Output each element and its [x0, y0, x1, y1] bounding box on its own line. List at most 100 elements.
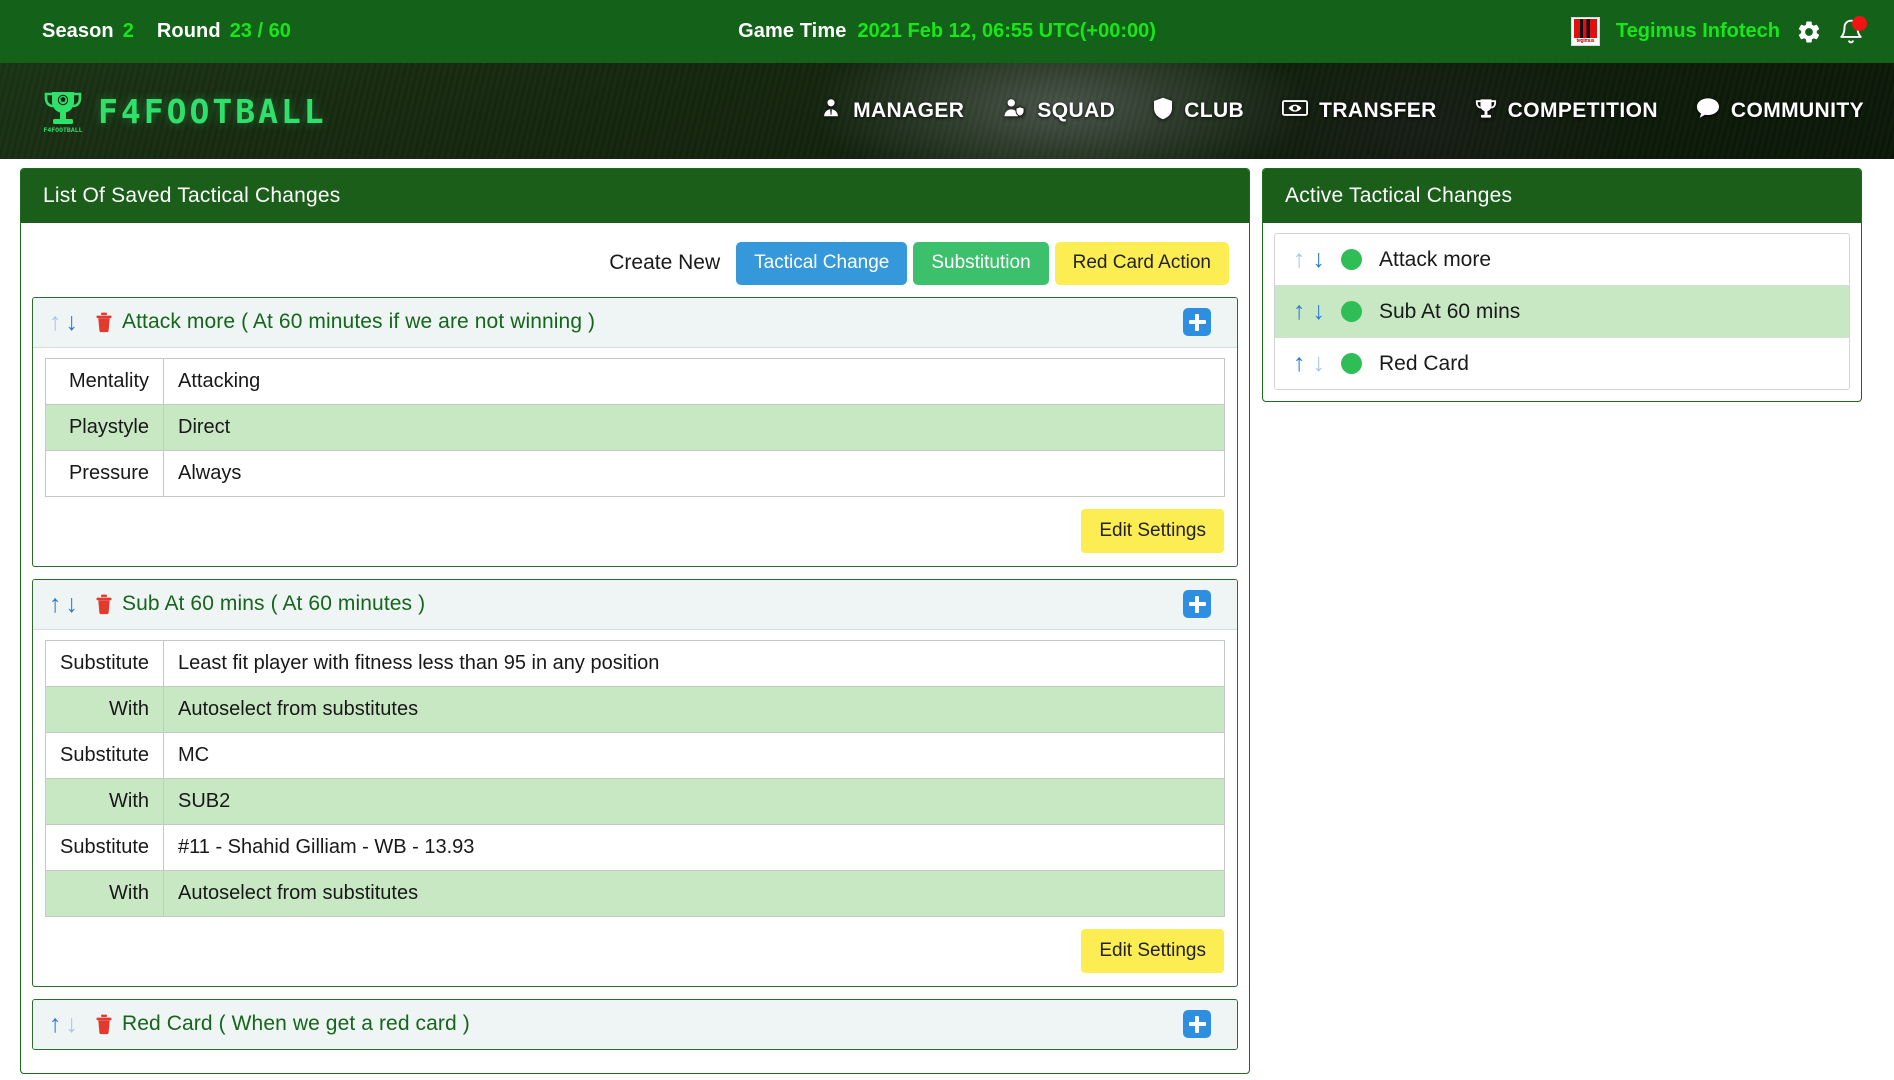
list-item[interactable]: ↑ ↓ Sub At 60 mins [1275, 286, 1849, 338]
nav-label-manager: MANAGER [853, 99, 965, 122]
tactic-card: ↑ ↓ Attack more ( At 60 minutes if we ar… [32, 296, 1238, 567]
row-key: Substitute [45, 823, 164, 871]
table-row: Pressure Always [45, 449, 1225, 497]
move-up-icon[interactable]: ↑ [47, 1011, 64, 1037]
move-down-icon[interactable]: ↓ [64, 1011, 81, 1037]
saved-tactical-changes-panel: List Of Saved Tactical Changes Create Ne… [20, 168, 1250, 1074]
delete-icon[interactable] [94, 1013, 114, 1035]
active-change-label: Sub At 60 mins [1379, 299, 1521, 323]
active-change-label: Red Card [1379, 351, 1469, 375]
move-up-icon[interactable]: ↑ [1291, 247, 1308, 272]
active-changes-list: ↑ ↓ Attack more ↑ ↓ Sub At 60 mins ↑ ↓ R… [1263, 223, 1861, 401]
nav-item-club[interactable]: CLUB [1153, 97, 1244, 126]
trophy-icon [1475, 97, 1497, 126]
row-value: Attacking [163, 357, 1225, 405]
table-row: With Autoselect from substitutes [45, 685, 1225, 733]
club-logo-icon: tegimus [1570, 17, 1600, 46]
table-row: Substitute Least fit player with fitness… [45, 639, 1225, 687]
nav-label-squad: SQUAD [1037, 99, 1116, 122]
move-up-icon[interactable]: ↑ [47, 591, 64, 617]
nav-label-competition: COMPETITION [1507, 99, 1658, 122]
move-up-icon[interactable]: ↑ [47, 309, 64, 335]
status-badge [1341, 353, 1362, 374]
round-label: Round [156, 20, 221, 42]
table-row: Substitute #11 - Shahid Gilliam - WB - 1… [45, 823, 1225, 871]
table-row: Mentality Attacking [45, 357, 1225, 405]
expand-add-icon[interactable] [1183, 590, 1211, 619]
tactic-title: Attack more ( At 60 minutes if we are no… [122, 310, 596, 334]
round-value: 23 / 60 [229, 20, 291, 42]
row-key: Substitute [45, 639, 164, 687]
left-panel-body: Create New Tactical Change Substitution … [21, 223, 1249, 1073]
nav-menu: MANAGER SQUAD CLUB TRANSFER COMPETITION … [820, 63, 1864, 159]
move-down-icon[interactable]: ↓ [64, 591, 81, 617]
svg-text:F4FOOTBALL: F4FOOTBALL [43, 126, 82, 134]
move-down-icon[interactable]: ↓ [1311, 299, 1328, 324]
row-key: Mentality [45, 357, 164, 405]
status-badge [1341, 301, 1362, 322]
game-time-value: 2021 Feb 12, 06:55 UTC(+00:00) [857, 20, 1156, 42]
tactic-card: ↑ ↓ Sub At 60 mins ( At 60 minutes ) Sub… [32, 578, 1238, 987]
chat-icon [1696, 97, 1720, 125]
nav-item-competition[interactable]: COMPETITION [1475, 97, 1658, 126]
create-new-toolbar: Create New Tactical Change Substitution … [32, 233, 1238, 297]
table-row: Playstyle Direct [45, 403, 1225, 451]
gear-icon[interactable] [1796, 19, 1822, 45]
move-down-icon[interactable]: ↓ [1311, 247, 1328, 272]
expand-add-icon[interactable] [1183, 1010, 1211, 1039]
edit-settings-button[interactable]: Edit Settings [1081, 928, 1224, 973]
nav-item-squad[interactable]: SQUAD [1002, 97, 1115, 125]
tactic-card-header: ↑ ↓ Attack more ( At 60 minutes if we ar… [33, 297, 1237, 348]
expand-add-icon[interactable] [1183, 308, 1211, 337]
nav-label-transfer: TRANSFER [1319, 99, 1437, 122]
tactic-card-header: ↑ ↓ Red Card ( When we get a red card ) [33, 999, 1237, 1049]
tactic-detail-table: Substitute Least fit player with fitness… [45, 639, 1225, 917]
tactic-card-header: ↑ ↓ Sub At 60 mins ( At 60 minutes ) [33, 579, 1237, 630]
row-key: Playstyle [45, 403, 164, 451]
brand-name: F4FOOTBALL [98, 91, 327, 131]
tactic-title: Sub At 60 mins ( At 60 minutes ) [122, 592, 426, 616]
create-red-card-action-button[interactable]: Red Card Action [1054, 242, 1229, 285]
squad-icon [1002, 97, 1026, 125]
move-down-icon[interactable]: ↓ [64, 309, 81, 335]
club-name-link[interactable]: Tegimus Infotech [1616, 20, 1780, 43]
active-change-label: Attack more [1379, 247, 1492, 271]
nav-label-community: COMMUNITY [1730, 99, 1864, 122]
row-key: With [45, 869, 164, 917]
move-up-icon[interactable]: ↑ [1291, 351, 1308, 376]
list-item[interactable]: ↑ ↓ Red Card [1275, 338, 1849, 389]
brand-logo[interactable]: F4FOOTBALL F4FOOTBALL [0, 88, 327, 135]
move-down-icon[interactable]: ↓ [1311, 351, 1328, 376]
nav-item-manager[interactable]: MANAGER [820, 97, 964, 125]
notification-badge [1852, 15, 1867, 31]
tactic-card-footer: Edit Settings [33, 497, 1237, 566]
delete-icon[interactable] [94, 593, 114, 615]
delete-icon[interactable] [94, 311, 114, 333]
row-value: #11 - Shahid Gilliam - WB - 13.93 [163, 823, 1225, 871]
nav-item-community[interactable]: COMMUNITY [1696, 97, 1864, 125]
tactic-detail-table: Mentality Attacking Playstyle Direct Pre… [45, 357, 1225, 497]
left-panel-title: List Of Saved Tactical Changes [21, 169, 1249, 223]
nav-label-club: CLUB [1184, 99, 1245, 122]
shield-icon [1153, 97, 1173, 126]
bell-icon[interactable] [1838, 15, 1867, 46]
nav-item-transfer[interactable]: TRANSFER [1282, 97, 1437, 125]
list-item[interactable]: ↑ ↓ Attack more [1275, 234, 1849, 286]
top-status-bar: Season 2 Round 23 / 60 Game Time 2021 Fe… [0, 0, 1894, 63]
trophy-logo-icon: F4FOOTBALL [42, 88, 84, 134]
row-key: With [45, 685, 164, 733]
row-value: Always [163, 449, 1225, 497]
create-tactical-change-button[interactable]: Tactical Change [736, 242, 908, 285]
row-key: Pressure [45, 449, 164, 497]
status-badge [1341, 249, 1362, 270]
season-value: 2 [122, 20, 134, 42]
handshake-icon [1282, 97, 1309, 125]
move-up-icon[interactable]: ↑ [1291, 299, 1308, 324]
table-row: Substitute MC [45, 731, 1225, 779]
create-substitution-button[interactable]: Substitution [913, 242, 1049, 285]
season-label: Season [42, 20, 114, 42]
right-panel-title: Active Tactical Changes [1263, 169, 1861, 223]
row-key: Substitute [45, 731, 164, 779]
edit-settings-button[interactable]: Edit Settings [1081, 508, 1224, 553]
row-value: Autoselect from substitutes [163, 685, 1225, 733]
